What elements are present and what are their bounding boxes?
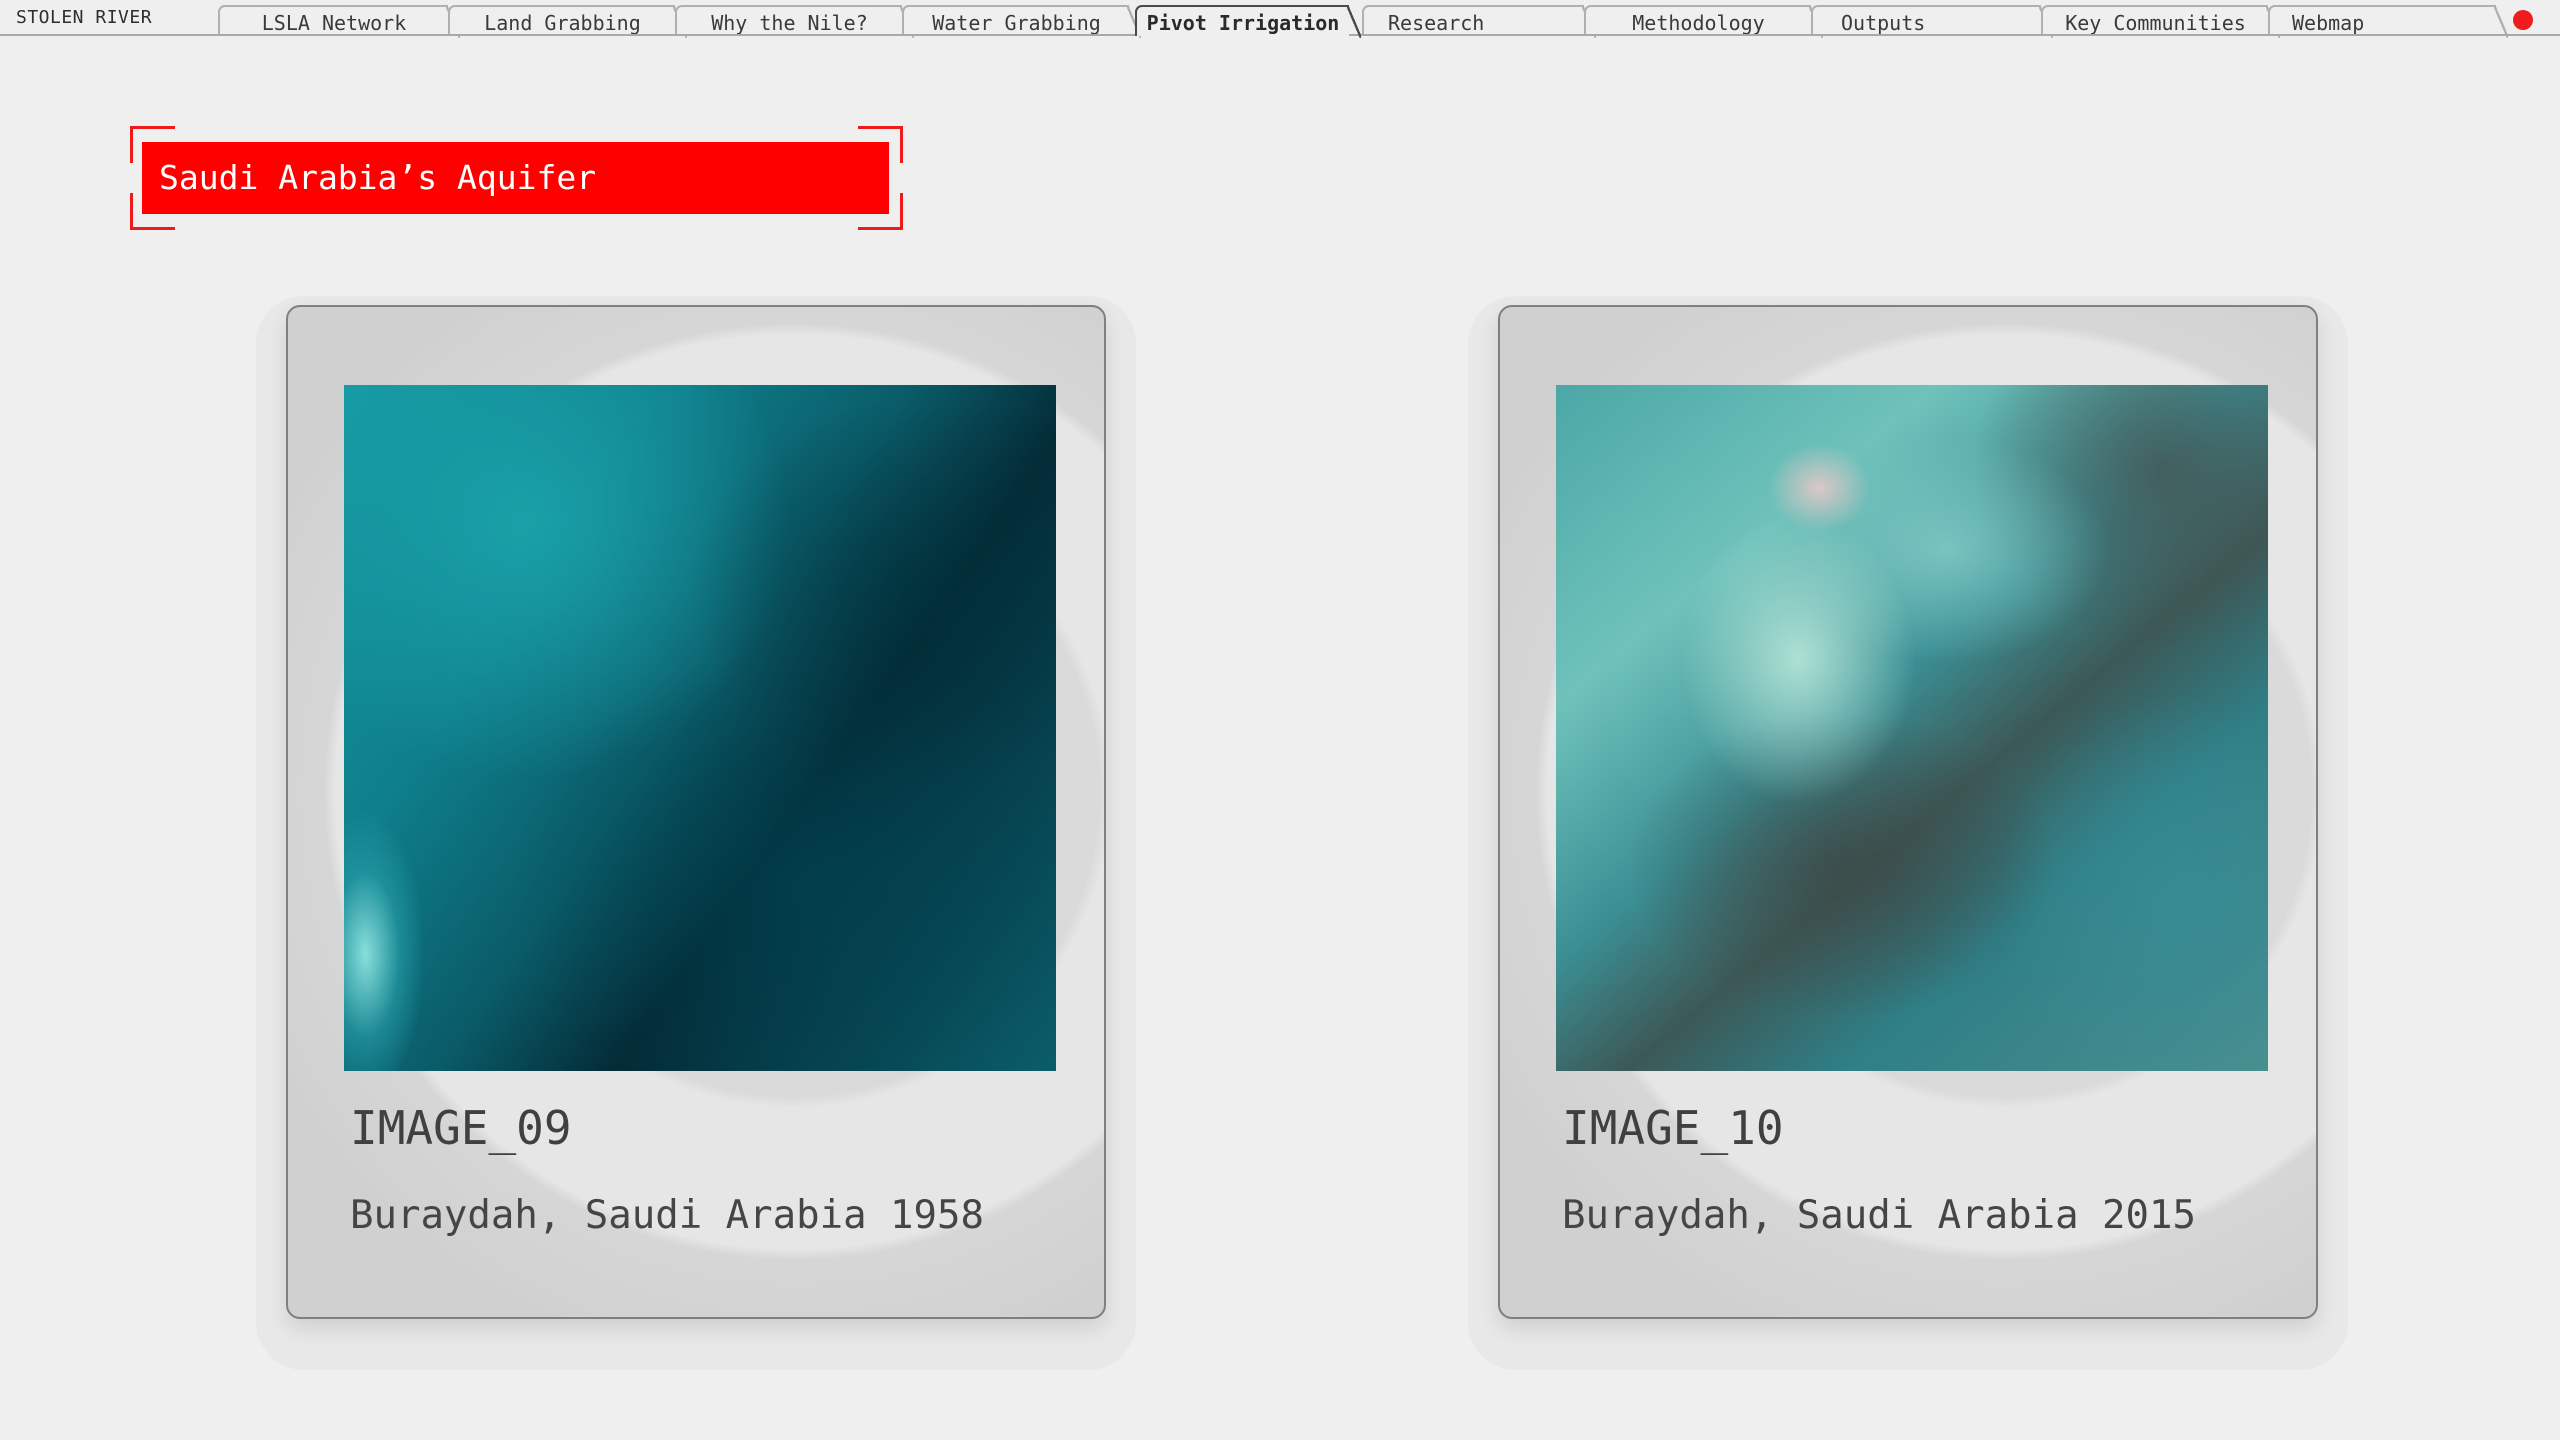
tab-label: LSLA Network <box>261 11 407 35</box>
card-caption: Buraydah, Saudi Arabia 2015 <box>1562 1193 2196 1238</box>
top-nav-bar: STOLEN RIVER LSLA Network Land Grabbing … <box>0 0 2560 38</box>
tab-methodology[interactable]: Methodology <box>1584 5 1823 38</box>
tab-label: Research <box>1388 11 1485 35</box>
image-card-1958[interactable]: IMAGE_09 Buraydah, Saudi Arabia 1958 <box>286 305 1106 1319</box>
tab-webmap[interactable]: Webmap .tab[data-name="tab-webmap"] .tab… <box>2268 5 2508 38</box>
section-title-text: Saudi Arabia’s Aquifer <box>142 142 889 214</box>
site-brand[interactable]: STOLEN RIVER <box>16 7 152 28</box>
card-caption: Buraydah, Saudi Arabia 1958 <box>350 1193 984 1238</box>
image-card-2015[interactable]: IMAGE_10 Buraydah, Saudi Arabia 2015 <box>1498 305 2318 1319</box>
tab-land-grabbing[interactable]: Land Grabbing <box>448 5 687 38</box>
card-image-id: IMAGE_10 <box>1562 1101 1784 1155</box>
tab-label: Outputs <box>1841 11 1926 35</box>
tab-label: Why the Nile? <box>711 11 868 35</box>
tab-label: Land Grabbing <box>484 11 641 35</box>
tab-label: Water Grabbing <box>932 11 1101 35</box>
satellite-image-1958[interactable] <box>344 385 1056 1071</box>
tab-research[interactable]: Research .tab[data-name="tab-research"] … <box>1362 5 1596 38</box>
card-image-id: IMAGE_09 <box>350 1101 572 1155</box>
tab-label: Methodology <box>1632 11 1765 35</box>
tab-label: Key Communities <box>2065 11 2246 35</box>
record-indicator-icon[interactable] <box>2513 10 2533 30</box>
tab-label: Webmap <box>2292 11 2365 35</box>
tab-why-the-nile[interactable]: Why the Nile? <box>675 5 914 38</box>
section-title: Saudi Arabia’s Aquifer <box>130 126 903 230</box>
tab-key-communities[interactable]: Key Communities <box>2041 5 2280 38</box>
tab-lsla-network[interactable]: LSLA Network <box>218 5 460 38</box>
tab-outputs[interactable]: Outputs .tab[data-name="tab-outputs"] .t… <box>1811 5 2053 38</box>
tab-pivot-irrigation[interactable]: Pivot Irrigation <box>1135 5 1361 38</box>
tab-water-grabbing[interactable]: Water Grabbing <box>902 5 1141 38</box>
satellite-image-2015[interactable] <box>1556 385 2268 1071</box>
tab-label: Pivot Irrigation <box>1146 11 1340 35</box>
